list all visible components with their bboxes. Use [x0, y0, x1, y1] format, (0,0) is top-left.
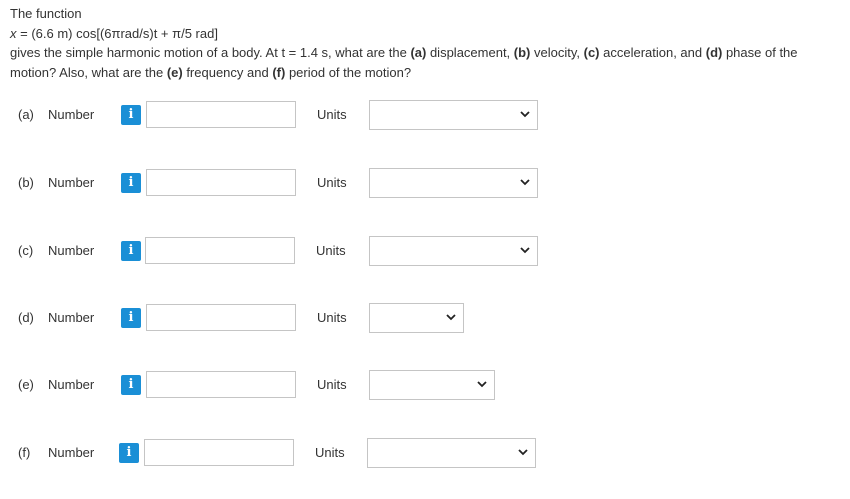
number-input[interactable] [144, 439, 294, 466]
chevron-down-icon [477, 381, 487, 388]
formula-expression: = (6.6 m) cos[(6πrad/s)t + π/5 rad] [16, 25, 218, 41]
number-input[interactable] [146, 169, 296, 196]
answer-row-e: (e) Number i Units [18, 370, 498, 400]
chevron-down-icon [520, 111, 530, 118]
units-label: Units [317, 175, 347, 190]
number-label: Number [48, 175, 95, 190]
info-icon[interactable]: i [121, 173, 141, 193]
part-label: (a) [18, 107, 34, 122]
part-b-marker: (b) [513, 45, 531, 60]
chevron-down-icon [518, 449, 528, 456]
units-dropdown[interactable] [369, 236, 538, 266]
question-body-text: frequency and [182, 64, 273, 80]
answer-row-c: (c) Number i Units [18, 236, 538, 266]
units-label: Units [317, 107, 347, 122]
question-body-text: period of the motion? [285, 64, 412, 80]
part-e-marker: (e) [166, 64, 183, 80]
units-dropdown[interactable] [367, 438, 536, 468]
answer-row-d: (d) Number i Units [18, 303, 468, 333]
question-body-text: velocity, [530, 45, 584, 60]
answer-row-f: (f) Number i Units [18, 438, 538, 468]
info-icon[interactable]: i [121, 375, 141, 395]
part-label: (b) [18, 175, 34, 190]
chevron-down-icon [520, 247, 530, 254]
units-label: Units [315, 445, 345, 460]
number-label: Number [48, 107, 95, 122]
units-label: Units [317, 377, 347, 392]
question-body: gives the simple harmonic motion of a bo… [10, 43, 846, 82]
answer-row-a: (a) Number i Units [18, 100, 538, 130]
question-body-text: displacement, [426, 45, 514, 60]
answer-row-b: (b) Number i Units [18, 168, 538, 198]
question-formula: x = (6.6 m) cos[(6πrad/s)t + π/5 rad] [10, 24, 846, 44]
part-label: (f) [18, 445, 31, 460]
question-body-text: acceleration, and [599, 45, 706, 60]
question-intro: The function [10, 6, 82, 21]
number-input[interactable] [145, 237, 295, 264]
number-label: Number [48, 445, 95, 460]
number-input[interactable] [146, 101, 296, 128]
units-dropdown[interactable] [369, 100, 538, 130]
number-input[interactable] [146, 304, 296, 331]
units-label: Units [317, 310, 347, 325]
part-label: (e) [18, 377, 34, 392]
chevron-down-icon [446, 314, 456, 321]
info-icon[interactable]: i [119, 443, 139, 463]
question-text: The function x = (6.6 m) cos[(6πrad/s)t … [10, 4, 846, 82]
info-icon[interactable]: i [121, 241, 141, 261]
part-c-marker: (c) [583, 45, 600, 60]
number-label: Number [48, 377, 95, 392]
chevron-down-icon [520, 179, 530, 186]
part-label: (d) [18, 310, 34, 325]
info-icon[interactable]: i [121, 308, 141, 328]
question-body-text: gives the simple harmonic motion of a bo… [10, 45, 411, 60]
units-label: Units [316, 243, 346, 258]
number-input[interactable] [146, 371, 296, 398]
part-f-marker: (f) [272, 64, 286, 80]
part-d-marker: (d) [705, 45, 723, 60]
part-a-marker: (a) [410, 45, 427, 60]
units-dropdown[interactable] [369, 168, 538, 198]
number-label: Number [48, 310, 95, 325]
info-icon[interactable]: i [121, 105, 141, 125]
number-label: Number [48, 243, 95, 258]
part-label: (c) [18, 243, 34, 258]
units-dropdown[interactable] [369, 303, 464, 333]
units-dropdown[interactable] [369, 370, 495, 400]
